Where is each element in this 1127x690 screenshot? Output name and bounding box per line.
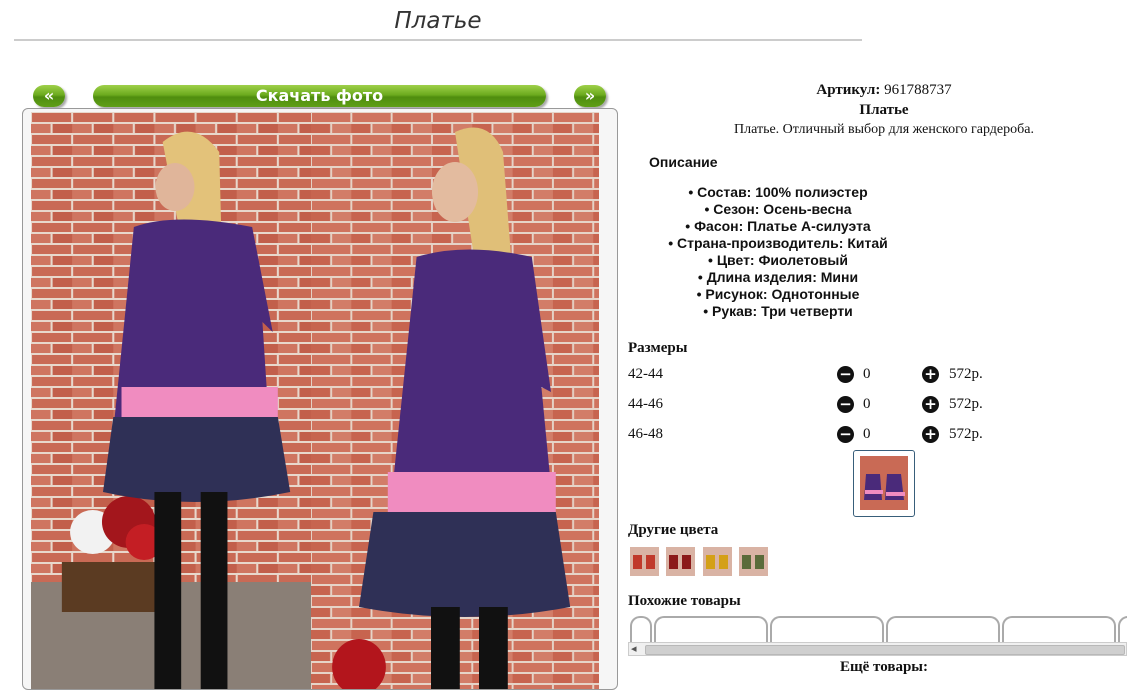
minus-icon[interactable]: − bbox=[837, 366, 854, 383]
feature-item: Сезон: Осень-весна bbox=[628, 201, 928, 218]
download-photo-button[interactable]: Скачать фото bbox=[93, 85, 546, 107]
similar-products-carousel: ◂ bbox=[628, 616, 1127, 658]
similar-product-card[interactable] bbox=[1118, 616, 1127, 644]
feature-item: Фасон: Платье А-силуэта bbox=[628, 218, 928, 235]
page-title: Платье bbox=[394, 8, 482, 34]
similar-products-heading: Похожие товары bbox=[628, 593, 741, 609]
quantity-value: 0 bbox=[863, 396, 871, 412]
photo-gallery bbox=[22, 108, 618, 690]
plus-icon[interactable]: + bbox=[922, 426, 939, 443]
product-photo-1[interactable] bbox=[31, 112, 319, 689]
feature-item: Цвет: Фиолетовый bbox=[628, 252, 928, 269]
sizes-heading: Размеры bbox=[628, 340, 688, 356]
next-photo-button[interactable]: » bbox=[574, 85, 606, 107]
scroll-left-icon[interactable]: ◂ bbox=[631, 642, 637, 655]
price-value: 572р. bbox=[949, 426, 983, 442]
horizontal-scrollbar[interactable]: ◂ bbox=[628, 642, 1127, 656]
quantity-value: 0 bbox=[863, 366, 871, 382]
price-value: 572р. bbox=[949, 366, 983, 382]
scrollbar-thumb[interactable] bbox=[645, 645, 1125, 655]
price-value: 572р. bbox=[949, 396, 983, 412]
quantity-value: 0 bbox=[863, 426, 871, 442]
article-label: Артикул: bbox=[816, 82, 881, 98]
product-thumbnail[interactable] bbox=[853, 450, 915, 517]
similar-product-card[interactable] bbox=[886, 616, 1000, 644]
plus-icon[interactable]: + bbox=[922, 396, 939, 413]
size-label: 46-48 bbox=[628, 426, 663, 442]
feature-item: Страна-производитель: Китай bbox=[628, 235, 928, 252]
title-divider bbox=[14, 39, 862, 41]
previous-photo-button[interactable]: « bbox=[33, 85, 65, 107]
more-products-heading: Ещё товары: bbox=[839, 659, 929, 675]
feature-item: Рисунок: Однотонные bbox=[628, 286, 928, 303]
color-swatch[interactable] bbox=[666, 547, 695, 576]
other-colors-heading: Другие цвета bbox=[628, 522, 719, 538]
product-photo-2[interactable] bbox=[311, 112, 599, 689]
color-swatch[interactable] bbox=[703, 547, 732, 576]
color-swatch[interactable] bbox=[630, 547, 659, 576]
minus-icon[interactable]: − bbox=[837, 426, 854, 443]
feature-list: Состав: 100% полиэстер Сезон: Осень-весн… bbox=[628, 184, 928, 320]
feature-item: Состав: 100% полиэстер bbox=[628, 184, 928, 201]
size-label: 42-44 bbox=[628, 366, 663, 382]
similar-product-card[interactable] bbox=[1002, 616, 1116, 644]
similar-product-card[interactable] bbox=[770, 616, 884, 644]
feature-item: Длина изделия: Мини bbox=[628, 269, 928, 286]
article-value: 961788737 bbox=[884, 82, 952, 98]
similar-product-card[interactable] bbox=[630, 616, 652, 644]
product-short-description: Платье. Отличный выбор для женского гард… bbox=[734, 122, 1034, 137]
dress-photo-image bbox=[311, 112, 599, 689]
article-line: Артикул: 961788737 bbox=[628, 82, 1127, 99]
feature-item: Рукав: Три четверти bbox=[628, 303, 928, 320]
similar-product-card[interactable] bbox=[654, 616, 768, 644]
product-name: Платье bbox=[859, 102, 909, 118]
size-row: 44-46 − 0 + 572р. bbox=[628, 394, 1108, 418]
size-label: 44-46 bbox=[628, 396, 663, 412]
plus-icon[interactable]: + bbox=[922, 366, 939, 383]
description-heading: Описание bbox=[649, 154, 718, 170]
color-swatch[interactable] bbox=[739, 547, 768, 576]
size-row: 46-48 − 0 + 572р. bbox=[628, 424, 1108, 448]
dress-photo-image bbox=[31, 112, 319, 689]
dress-thumbnail-image bbox=[860, 456, 908, 510]
size-row: 42-44 − 0 + 572р. bbox=[628, 364, 1108, 388]
minus-icon[interactable]: − bbox=[837, 396, 854, 413]
